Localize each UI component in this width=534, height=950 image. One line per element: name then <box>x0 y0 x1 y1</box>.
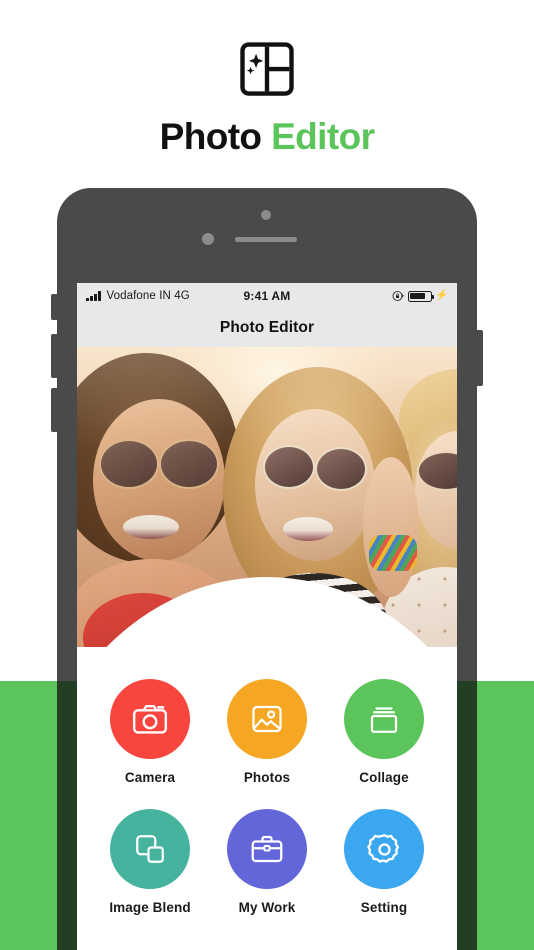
camera-button[interactable] <box>110 679 190 759</box>
action-tile-my-work[interactable]: My Work <box>218 809 316 915</box>
my-work-button[interactable] <box>227 809 307 889</box>
status-bar: Vodafone IN 4G 9:41 AM ⚡ <box>77 283 457 309</box>
image-icon <box>252 705 282 733</box>
gear-icon <box>366 833 399 863</box>
action-tile-photos[interactable]: Photos <box>218 679 316 785</box>
cellular-signal-icon <box>86 291 101 301</box>
phone-volume-down-button[interactable] <box>51 388 59 432</box>
photo-collage-logo-icon <box>240 42 294 96</box>
image-blend-button[interactable] <box>110 809 190 889</box>
phone-volume-up-button[interactable] <box>51 334 59 378</box>
rotation-lock-icon <box>392 291 404 301</box>
action-grid: Camera Photos Collage Image Blend My Wor… <box>77 647 457 915</box>
action-row-1: Camera Photos Collage <box>101 679 433 785</box>
carrier-label: Vodafone IN 4G <box>106 290 190 302</box>
photos-button[interactable] <box>227 679 307 759</box>
front-camera-icon <box>202 233 214 245</box>
phone-power-button[interactable] <box>475 330 483 386</box>
action-label: Collage <box>359 770 409 785</box>
page-title: Photo Editor <box>0 113 534 161</box>
phone-screen: Vodafone IN 4G 9:41 AM ⚡ Photo Editor Ca… <box>77 283 457 950</box>
earpiece-speaker-icon <box>235 237 297 242</box>
action-tile-setting[interactable]: Setting <box>335 809 433 915</box>
action-label: Setting <box>360 900 408 915</box>
setting-button[interactable] <box>344 809 424 889</box>
action-label: My Work <box>238 900 296 915</box>
battery-icon <box>407 290 435 302</box>
action-tile-camera[interactable]: Camera <box>101 679 199 785</box>
app-header-title: Photo Editor <box>77 309 457 347</box>
camera-icon <box>132 704 168 734</box>
collage-icon <box>370 707 398 733</box>
lightning-bolt-icon: ⚡ <box>435 290 448 301</box>
phone-mute-switch[interactable] <box>51 294 59 320</box>
brand-title-primary: Photo <box>159 116 272 157</box>
action-label: Camera <box>124 770 176 785</box>
layers-icon <box>136 835 164 863</box>
proximity-sensor-icon <box>261 210 271 220</box>
action-label: Photos <box>243 770 291 785</box>
action-label: Image Blend <box>109 900 191 915</box>
action-tile-image-blend[interactable]: Image Blend <box>101 809 199 915</box>
action-tile-collage[interactable]: Collage <box>335 679 433 785</box>
clock-label: 9:41 AM <box>243 289 291 303</box>
hero-photo <box>77 347 457 647</box>
action-row-2: Image Blend My Work Setting <box>101 809 433 915</box>
collage-button[interactable] <box>344 679 424 759</box>
status-bar-right: ⚡ <box>392 290 448 302</box>
status-bar-left: Vodafone IN 4G <box>86 290 190 302</box>
briefcase-icon <box>251 835 283 863</box>
app-store-screenshot: Photo Editor Vodafone IN 4G 9:41 AM ⚡ Ph… <box>0 0 534 950</box>
brand-title-accent: Editor <box>271 116 375 157</box>
brand-logo <box>0 34 534 104</box>
